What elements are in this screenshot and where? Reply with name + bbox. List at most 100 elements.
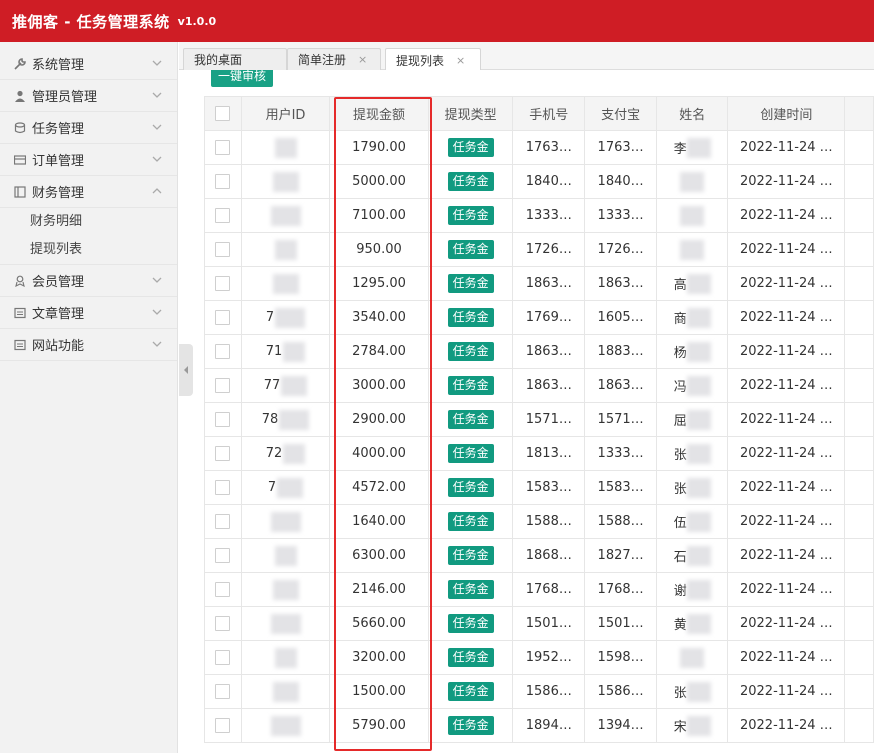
table-row[interactable]: 1500.00 任务金 1586… 1586… 张 2022-11-24 … <box>204 674 874 709</box>
row-checkbox[interactable] <box>215 684 231 699</box>
row-checkbox[interactable] <box>215 616 231 631</box>
row-checkbox[interactable] <box>215 514 231 529</box>
sidebar-item-finance[interactable]: 财务管理 <box>0 176 177 208</box>
sidebar-item-member[interactable]: 会员管理 <box>0 265 177 297</box>
created-cell: 2022-11-24 … <box>727 640 846 675</box>
created-cell: 2022-11-24 … <box>727 674 846 709</box>
tab-simple-register[interactable]: 简单注册 × <box>287 48 381 70</box>
row-select-cell <box>204 538 242 573</box>
table-row[interactable]: 7100.00 任务金 1333… 1333… 2022-11-24 … <box>204 198 874 233</box>
row-select-cell <box>204 198 242 233</box>
type-tag: 任务金 <box>447 206 494 225</box>
close-icon[interactable]: × <box>358 53 367 66</box>
sidebar-item-admin[interactable]: 管理员管理 <box>0 80 177 112</box>
column-header-amount[interactable]: 提现金额 <box>329 96 429 131</box>
table-row[interactable]: 5000.00 任务金 1840… 1840… 2022-11-24 … <box>204 164 874 199</box>
more-cell <box>844 606 874 641</box>
row-checkbox[interactable] <box>215 378 231 393</box>
user-id-cell: 7 <box>240 300 331 335</box>
redacted-blur <box>283 443 306 464</box>
alipay-cell: 1883… <box>584 334 657 369</box>
table-row[interactable]: 1295.00 任务金 1863… 1863… 高 2022-11-24 … <box>204 266 874 301</box>
type-tag: 任务金 <box>447 546 494 565</box>
row-checkbox[interactable] <box>215 174 231 189</box>
created-cell: 2022-11-24 … <box>727 130 846 165</box>
type-cell: 任务金 <box>427 538 514 573</box>
phone-cell: 1769… <box>512 300 586 335</box>
column-header-user-id[interactable]: 用户ID <box>240 96 331 131</box>
row-checkbox[interactable] <box>215 548 231 563</box>
sidebar-subitem-withdraw-list[interactable]: 提现列表 <box>0 236 177 264</box>
row-checkbox[interactable] <box>215 650 231 665</box>
row-checkbox[interactable] <box>215 446 231 461</box>
more-cell <box>844 708 874 743</box>
row-checkbox[interactable] <box>215 140 231 155</box>
user-id-partial: 77 <box>263 378 281 393</box>
sidebar-item-system[interactable]: 系统管理 <box>0 48 177 80</box>
name-partial: 李 <box>673 142 687 157</box>
name-partial: 黄 <box>673 618 687 633</box>
phone-cell: 1583… <box>512 470 586 505</box>
bulk-review-button[interactable]: 一键审核 <box>211 70 273 87</box>
row-checkbox[interactable] <box>215 480 231 495</box>
alipay-cell: 1763… <box>584 130 657 165</box>
row-checkbox[interactable] <box>215 412 231 427</box>
row-checkbox[interactable] <box>215 208 231 223</box>
table-row[interactable]: 78 2900.00 任务金 1571… 1571… 屈 2022-11-24 … <box>204 402 874 437</box>
column-header-created[interactable]: 创建时间 <box>727 96 846 131</box>
table-row[interactable]: 77 3000.00 任务金 1863… 1863… 冯 2022-11-24 … <box>204 368 874 403</box>
redacted-blur <box>686 443 711 464</box>
type-cell: 任务金 <box>427 504 514 539</box>
sidebar-item-order[interactable]: 订单管理 <box>0 144 177 176</box>
alipay-cell: 1605… <box>584 300 657 335</box>
table-row[interactable]: 950.00 任务金 1726… 1726… 2022-11-24 … <box>204 232 874 267</box>
redacted-blur <box>273 682 300 702</box>
name-partial: 冯 <box>673 380 687 395</box>
tab-desktop[interactable]: 我的桌面 <box>183 48 287 70</box>
column-header-alipay[interactable]: 支付宝 <box>584 96 657 131</box>
top-header: 推佣客 - 任务管理系统 v1.0.0 <box>0 0 874 42</box>
table-row[interactable]: 71 2784.00 任务金 1863… 1883… 杨 2022-11-24 … <box>204 334 874 369</box>
close-icon[interactable]: × <box>456 54 465 67</box>
tab-withdraw-list[interactable]: 提现列表 × <box>385 48 481 71</box>
row-checkbox[interactable] <box>215 344 231 359</box>
amount-cell: 5790.00 <box>329 708 429 743</box>
row-checkbox[interactable] <box>215 310 231 325</box>
row-checkbox[interactable] <box>215 276 231 291</box>
amount-cell: 6300.00 <box>329 538 429 573</box>
chevron-down-icon <box>152 309 162 315</box>
select-all-checkbox[interactable] <box>215 106 231 121</box>
alipay-cell: 1333… <box>584 436 657 471</box>
table-row[interactable]: 72 4000.00 任务金 1813… 1333… 张 2022-11-24 … <box>204 436 874 471</box>
column-header-name[interactable]: 姓名 <box>655 96 729 131</box>
sidebar-subitem-finance-detail[interactable]: 财务明细 <box>0 208 177 236</box>
sidebar-item-site[interactable]: 网站功能 <box>0 329 177 361</box>
name-cell: 黄 <box>655 606 729 641</box>
sidebar-item-task[interactable]: 任务管理 <box>0 112 177 144</box>
table-row[interactable]: 5790.00 任务金 1894… 1394… 宋 2022-11-24 … <box>204 708 874 743</box>
alipay-cell: 1863… <box>584 266 657 301</box>
table-row[interactable]: 7 4572.00 任务金 1583… 1583… 张 2022-11-24 … <box>204 470 874 505</box>
table-row[interactable]: 7 3540.00 任务金 1769… 1605… 商 2022-11-24 … <box>204 300 874 335</box>
table-row[interactable]: 5660.00 任务金 1501… 1501… 黄 2022-11-24 … <box>204 606 874 641</box>
sidebar-item-article[interactable]: 文章管理 <box>0 297 177 329</box>
table-row[interactable]: 2146.00 任务金 1768… 1768… 谢 2022-11-24 … <box>204 572 874 607</box>
row-checkbox[interactable] <box>215 718 231 733</box>
phone-cell: 1501… <box>512 606 586 641</box>
name-cell: 李 <box>655 130 729 165</box>
row-checkbox[interactable] <box>215 242 231 257</box>
table-row[interactable]: 3200.00 任务金 1952… 1598… 2022-11-24 … <box>204 640 874 675</box>
name-cell: 宋 <box>655 708 729 743</box>
row-checkbox[interactable] <box>215 582 231 597</box>
redacted-blur <box>686 579 711 600</box>
phone-cell: 1863… <box>512 334 586 369</box>
select-all-cell <box>204 96 242 131</box>
more-cell <box>844 572 874 607</box>
table-row[interactable]: 6300.00 任务金 1868… 1827… 石 2022-11-24 … <box>204 538 874 573</box>
table-row[interactable]: 1640.00 任务金 1588… 1588… 伍 2022-11-24 … <box>204 504 874 539</box>
more-cell <box>844 164 874 199</box>
column-header-type[interactable]: 提现类型 <box>427 96 514 131</box>
sidebar-collapse-handle[interactable] <box>179 344 193 396</box>
column-header-phone[interactable]: 手机号 <box>512 96 586 131</box>
table-row[interactable]: 1790.00 任务金 1763… 1763… 李 2022-11-24 … <box>204 130 874 165</box>
